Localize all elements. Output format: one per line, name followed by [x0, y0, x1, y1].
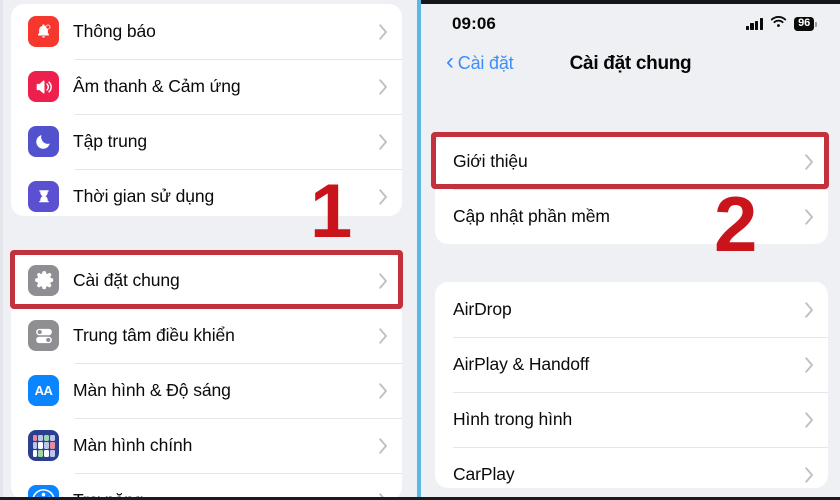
sidebar-item-label: Cài đặt chung — [73, 270, 180, 290]
settings-card-general-group: Cài đặt chung Trung tâm điều khiển AA Mà… — [11, 253, 402, 500]
chevron-right-icon — [805, 411, 814, 428]
text-size-aa-icon: AA — [28, 375, 59, 406]
hourglass-icon — [28, 181, 59, 212]
row-separator — [75, 308, 402, 309]
panel-divider — [417, 0, 421, 500]
speaker-icon — [28, 71, 59, 102]
sidebar-item-label: Màn hình chính — [73, 435, 193, 455]
general-card-about-group: Giới thiệu Cập nhật phần mềm — [435, 134, 828, 244]
row-separator — [75, 169, 402, 170]
status-bar-indicators: 96 — [745, 15, 817, 33]
sidebar-item-label: Thời gian sử dụng — [73, 186, 215, 206]
sidebar-item-general[interactable]: Cài đặt chung — [11, 253, 402, 308]
sidebar-item-display-brightness[interactable]: AA Màn hình & Độ sáng — [11, 363, 402, 418]
tutorial-screenshot: Thông báo Âm thanh & Cảm ứng Tập trung T… — [0, 0, 840, 500]
list-item-label: AirPlay & Handoff — [453, 354, 590, 374]
sidebar-item-focus[interactable]: Tập trung — [11, 114, 402, 169]
app-grid-glyph — [32, 434, 55, 457]
moon-icon — [28, 126, 59, 157]
row-separator — [75, 363, 402, 364]
gear-icon — [28, 265, 59, 296]
list-item-about[interactable]: Giới thiệu — [435, 134, 828, 189]
sidebar-item-home-screen[interactable]: Màn hình chính — [11, 418, 402, 473]
chevron-right-icon — [805, 466, 814, 483]
chevron-right-icon — [379, 78, 388, 95]
wifi-icon — [770, 15, 787, 33]
chevron-right-icon — [805, 208, 814, 225]
list-item-airplay-handoff[interactable]: AirPlay & Handoff — [435, 337, 828, 392]
sidebar-item-sounds-haptics[interactable]: Âm thanh & Cảm ứng — [11, 59, 402, 114]
list-item-label: Cập nhật phần mềm — [453, 206, 610, 226]
home-screen-icon — [28, 430, 59, 461]
chevron-right-icon — [805, 301, 814, 318]
sidebar-item-control-center[interactable]: Trung tâm điều khiển — [11, 308, 402, 363]
row-separator — [75, 59, 402, 60]
chevron-right-icon — [379, 272, 388, 289]
chevron-right-icon — [379, 23, 388, 40]
list-item-label: CarPlay — [453, 464, 515, 484]
list-item-airdrop[interactable]: AirDrop — [435, 282, 828, 337]
settings-card-notifications-group: Thông báo Âm thanh & Cảm ứng Tập trung T… — [11, 4, 402, 216]
row-separator — [453, 392, 828, 393]
chevron-right-icon — [379, 327, 388, 344]
sidebar-item-screen-time[interactable]: Thời gian sử dụng — [11, 169, 402, 224]
sidebar-item-notifications[interactable]: Thông báo — [11, 4, 402, 59]
battery-icon: 96 — [794, 16, 817, 32]
sidebar-item-label: Trung tâm điều khiển — [73, 325, 235, 345]
list-item-label: Hình trong hình — [453, 409, 573, 429]
navigation-bar: ‹ Cài đặt Cài đặt chung — [421, 48, 840, 90]
list-item-label: AirDrop — [453, 299, 512, 319]
status-bar: 09:06 96 — [421, 4, 840, 44]
sidebar-item-label: Âm thanh & Cảm ứng — [73, 76, 241, 96]
sidebar-item-label: Thông báo — [73, 21, 156, 41]
row-separator — [75, 418, 402, 419]
status-bar-clock: 09:06 — [452, 14, 496, 33]
list-item-picture-in-picture[interactable]: Hình trong hình — [435, 392, 828, 447]
row-separator — [453, 337, 828, 338]
general-card-connectivity-group: AirDrop AirPlay & Handoff Hình trong hìn… — [435, 282, 828, 488]
row-separator — [453, 189, 828, 190]
list-item-software-update[interactable]: Cập nhật phần mềm — [435, 189, 828, 244]
toggles-icon — [28, 320, 59, 351]
list-item-carplay[interactable]: CarPlay — [435, 447, 828, 500]
sidebar-item-accessibility[interactable]: Trợ năng — [11, 473, 402, 500]
aa-glyph: AA — [34, 383, 53, 398]
bell-icon — [28, 16, 59, 47]
left-phone-panel: Thông báo Âm thanh & Cảm ứng Tập trung T… — [0, 0, 418, 500]
list-item-label: Giới thiệu — [453, 151, 528, 171]
signal-bars-icon — [745, 18, 764, 30]
chevron-right-icon — [379, 188, 388, 205]
chevron-right-icon — [805, 356, 814, 373]
sidebar-item-label: Tập trung — [73, 131, 148, 151]
chevron-right-icon — [805, 153, 814, 170]
chevron-right-icon — [379, 437, 388, 454]
chevron-right-icon — [379, 133, 388, 150]
row-separator — [75, 114, 402, 115]
page-title: Cài đặt chung — [569, 53, 692, 74]
battery-level-text: 96 — [798, 17, 810, 30]
row-separator — [75, 473, 402, 474]
row-separator — [453, 447, 828, 448]
sidebar-item-label: Màn hình & Độ sáng — [73, 380, 231, 400]
chevron-right-icon — [379, 382, 388, 399]
